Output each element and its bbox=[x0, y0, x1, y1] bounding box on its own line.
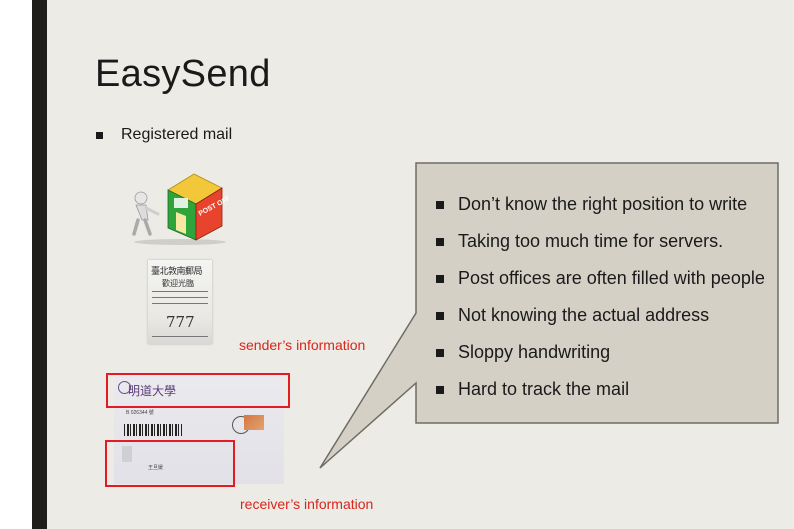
callout-item: Not knowing the actual address bbox=[436, 297, 765, 334]
bullet-square-icon bbox=[436, 237, 444, 246]
bullet-square-icon bbox=[436, 348, 444, 357]
bullet-square-icon bbox=[436, 385, 444, 394]
callout-item: Post offices are often filled with peopl… bbox=[436, 260, 765, 297]
callout-list: Don’t know the right position to write T… bbox=[436, 186, 765, 408]
callout-item: Don’t know the right position to write bbox=[436, 186, 765, 223]
bullet-square-icon bbox=[436, 274, 444, 283]
callout-item: Hard to track the mail bbox=[436, 371, 765, 408]
bullet-square-icon bbox=[436, 311, 444, 320]
callout-item: Sloppy handwriting bbox=[436, 334, 765, 371]
bullet-square-icon bbox=[436, 200, 444, 209]
callout-item: Taking too much time for servers. bbox=[436, 223, 765, 260]
